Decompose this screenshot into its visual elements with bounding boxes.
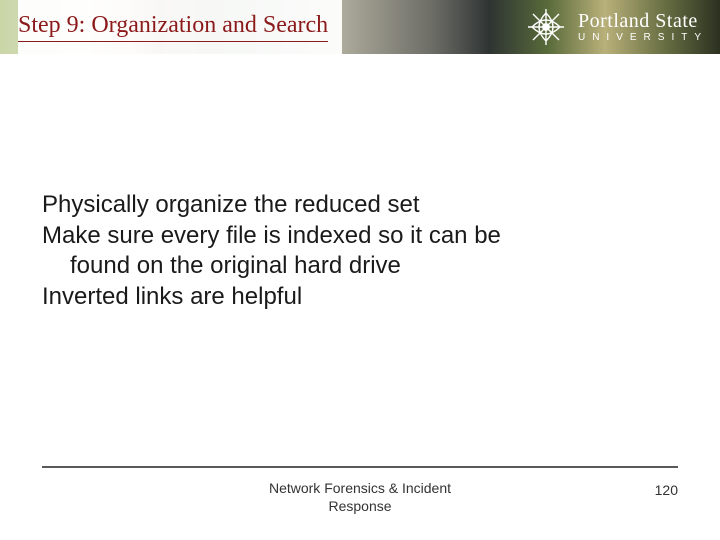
divider (42, 466, 678, 468)
university-name: Portland State (578, 11, 708, 31)
footer-center: Network Forensics & Incident Response (269, 480, 451, 515)
psu-brand: Portland State UNIVERSITY (524, 5, 708, 49)
body-line-1: Physically organize the reduced set (42, 190, 678, 221)
footer-line-2: Response (269, 498, 451, 516)
slide-title: Step 9: Organization and Search (18, 12, 328, 42)
footer-line-1: Network Forensics & Incident (269, 480, 451, 498)
page-number: 120 (655, 482, 678, 498)
footer: Network Forensics & Incident Response (0, 480, 720, 524)
body-line-2b: found on the original hard drive (42, 251, 678, 282)
psu-logo-icon (524, 5, 568, 49)
psu-text: Portland State UNIVERSITY (578, 11, 708, 43)
body-text: Physically organize the reduced set Make… (42, 190, 678, 313)
university-subname: UNIVERSITY (578, 33, 708, 43)
slide: Portland State UNIVERSITY Step 9: Organi… (0, 0, 720, 540)
body-line-3: Inverted links are helpful (42, 282, 678, 313)
title-wrap: Step 9: Organization and Search (18, 0, 342, 54)
university-brand: Portland State UNIVERSITY (350, 0, 720, 54)
body-line-2: Make sure every file is indexed so it ca… (42, 221, 678, 252)
